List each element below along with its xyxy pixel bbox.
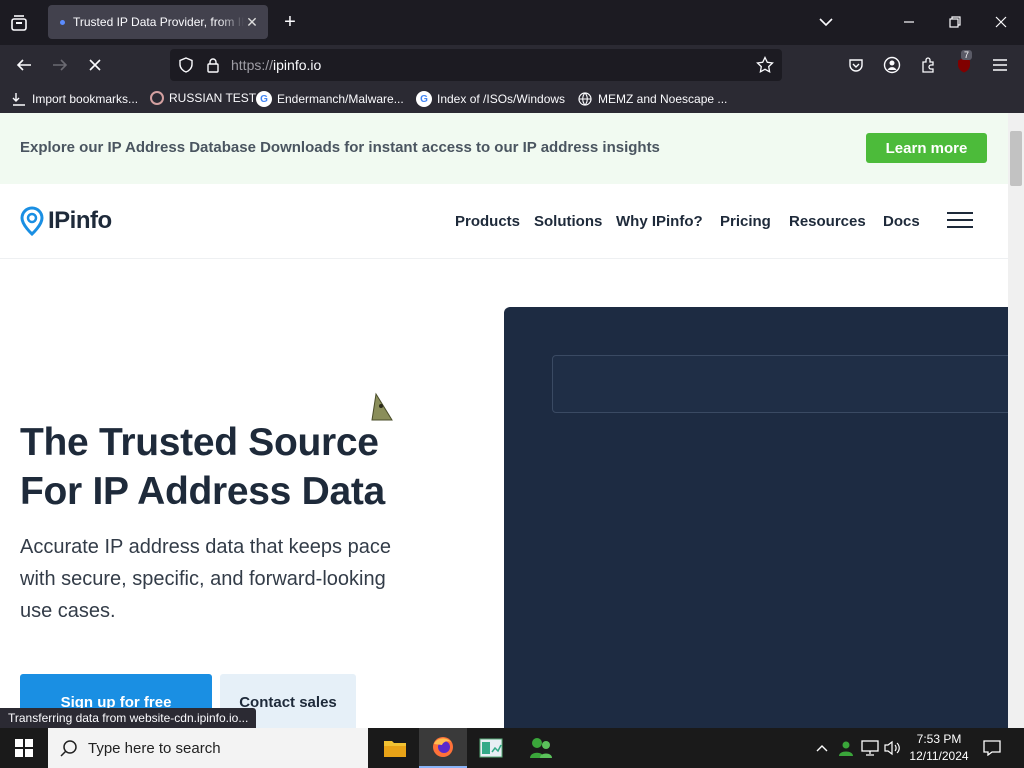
- volume-icon[interactable]: [880, 728, 904, 768]
- tab-loading-icon: [60, 19, 65, 25]
- user-status-icon[interactable]: [834, 728, 858, 768]
- firefox-icon[interactable]: [419, 728, 467, 768]
- ip-lookup-panel: [504, 307, 1008, 728]
- nav-docs[interactable]: Docs: [883, 213, 920, 230]
- promo-banner: Explore our IP Address Database Download…: [0, 113, 1008, 184]
- ublock-icon[interactable]: 7: [953, 50, 975, 76]
- scrollbar-thumb[interactable]: [1010, 131, 1022, 186]
- hero-title-line2: For IP Address Data: [20, 470, 385, 513]
- bookmark-label: RUSSIAN TEST: [169, 91, 257, 105]
- close-tab-icon[interactable]: ✕: [244, 14, 260, 31]
- back-icon[interactable]: [13, 54, 35, 76]
- bookmark-label: MEMZ and Noescape ...: [598, 92, 728, 106]
- windows-start-icon[interactable]: [0, 728, 48, 768]
- messenger-icon[interactable]: [517, 728, 565, 768]
- site-icon: [150, 91, 164, 105]
- new-tab-icon[interactable]: +: [279, 11, 301, 33]
- ip-lookup-input[interactable]: [552, 355, 1008, 413]
- account-icon[interactable]: [881, 54, 903, 76]
- browser-tab[interactable]: Trusted IP Data Provider, from IP ✕: [48, 5, 268, 39]
- chevron-up-icon[interactable]: [810, 728, 834, 768]
- nav-resources[interactable]: Resources: [789, 213, 866, 230]
- extension-badge: 7: [961, 50, 973, 60]
- forward-icon[interactable]: [49, 54, 71, 76]
- bookmark-label: Index of /ISOs/Windows: [437, 92, 566, 106]
- nav-why-ipinfo[interactable]: Why IPinfo?: [616, 213, 703, 230]
- network-icon[interactable]: [858, 728, 882, 768]
- browser-tab-bar: Trusted IP Data Provider, from IP ✕ +: [0, 0, 1024, 45]
- close-window-icon[interactable]: [990, 11, 1012, 33]
- pocket-icon[interactable]: [845, 54, 867, 76]
- bookmark-russian-test[interactable]: RUSSIAN TEST: [150, 91, 256, 105]
- bookmarks-toolbar: Import bookmarks... RUSSIAN TEST G Ender…: [0, 85, 1024, 113]
- lock-icon[interactable]: [206, 57, 224, 73]
- site-header: IPinfo Products Solutions Why IPinfo? Pr…: [0, 184, 1008, 259]
- ipinfo-logo[interactable]: IPinfo: [20, 206, 112, 236]
- hamburger-menu-icon[interactable]: [947, 212, 973, 230]
- google-icon: G: [416, 91, 432, 107]
- url-host: ipinfo.io: [273, 57, 322, 73]
- tab-title: Trusted IP Data Provider, from IP: [73, 15, 244, 29]
- chevron-down-icon[interactable]: [815, 11, 837, 33]
- nav-pricing[interactable]: Pricing: [720, 213, 771, 230]
- taskbar-clock[interactable]: 7:53 PM 12/11/2024: [902, 731, 976, 765]
- browser-toolbar: https://ipinfo.io 7: [0, 45, 1024, 85]
- bookmark-endermanch[interactable]: G Endermanch/Malware...: [256, 91, 404, 107]
- globe-icon: [577, 91, 593, 107]
- nav-solutions[interactable]: Solutions: [534, 213, 602, 230]
- google-icon: G: [256, 91, 272, 107]
- tab-overview-icon[interactable]: [8, 12, 30, 34]
- search-icon: [60, 739, 78, 757]
- web-page: Explore our IP Address Database Download…: [0, 113, 1008, 728]
- notifications-icon[interactable]: [976, 728, 1008, 768]
- import-icon: [11, 91, 27, 107]
- bookmark-import[interactable]: Import bookmarks...: [11, 91, 138, 107]
- bookmark-label: Endermanch/Malware...: [277, 92, 404, 106]
- bookmark-star-icon[interactable]: [756, 55, 774, 77]
- menu-icon[interactable]: [989, 54, 1011, 76]
- file-explorer-icon[interactable]: [371, 728, 419, 768]
- nav-products[interactable]: Products: [455, 213, 520, 230]
- learn-more-button[interactable]: Learn more: [866, 133, 987, 163]
- bookmark-isos-windows[interactable]: G Index of /ISOs/Windows: [416, 91, 565, 107]
- banner-text: Explore our IP Address Database Download…: [20, 139, 660, 156]
- restore-icon[interactable]: [944, 11, 966, 33]
- logo-text: IPinfo: [48, 207, 112, 234]
- location-pin-icon: [20, 206, 44, 236]
- bookmark-memz[interactable]: MEMZ and Noescape ...: [577, 91, 727, 107]
- windows-taskbar: Type here to search 7:53 PM 12/11/2024: [0, 728, 1024, 768]
- task-manager-icon[interactable]: [467, 728, 515, 768]
- clock-time: 7:53 PM: [916, 732, 962, 746]
- search-placeholder: Type here to search: [88, 739, 221, 757]
- address-bar[interactable]: https://ipinfo.io: [170, 49, 782, 81]
- url-text: https://ipinfo.io: [231, 57, 321, 73]
- minimize-icon[interactable]: [898, 11, 920, 33]
- taskbar-search-box[interactable]: Type here to search: [48, 728, 368, 768]
- url-scheme: https://: [231, 57, 274, 73]
- stop-loading-icon[interactable]: [84, 54, 106, 76]
- clock-date: 12/11/2024: [909, 749, 969, 763]
- page-scrollbar[interactable]: [1008, 113, 1024, 728]
- hero-title: The Trusted Source For IP Address Data: [20, 418, 440, 516]
- hero-subtitle: Accurate IP address data that keeps pace…: [20, 536, 391, 622]
- bookmark-label: Import bookmarks...: [32, 92, 139, 106]
- extensions-icon[interactable]: [917, 54, 939, 76]
- status-text: Transferring data from website-cdn.ipinf…: [0, 708, 257, 728]
- cursor-sprite-icon: [370, 392, 396, 429]
- tracking-protection-icon[interactable]: [178, 57, 196, 73]
